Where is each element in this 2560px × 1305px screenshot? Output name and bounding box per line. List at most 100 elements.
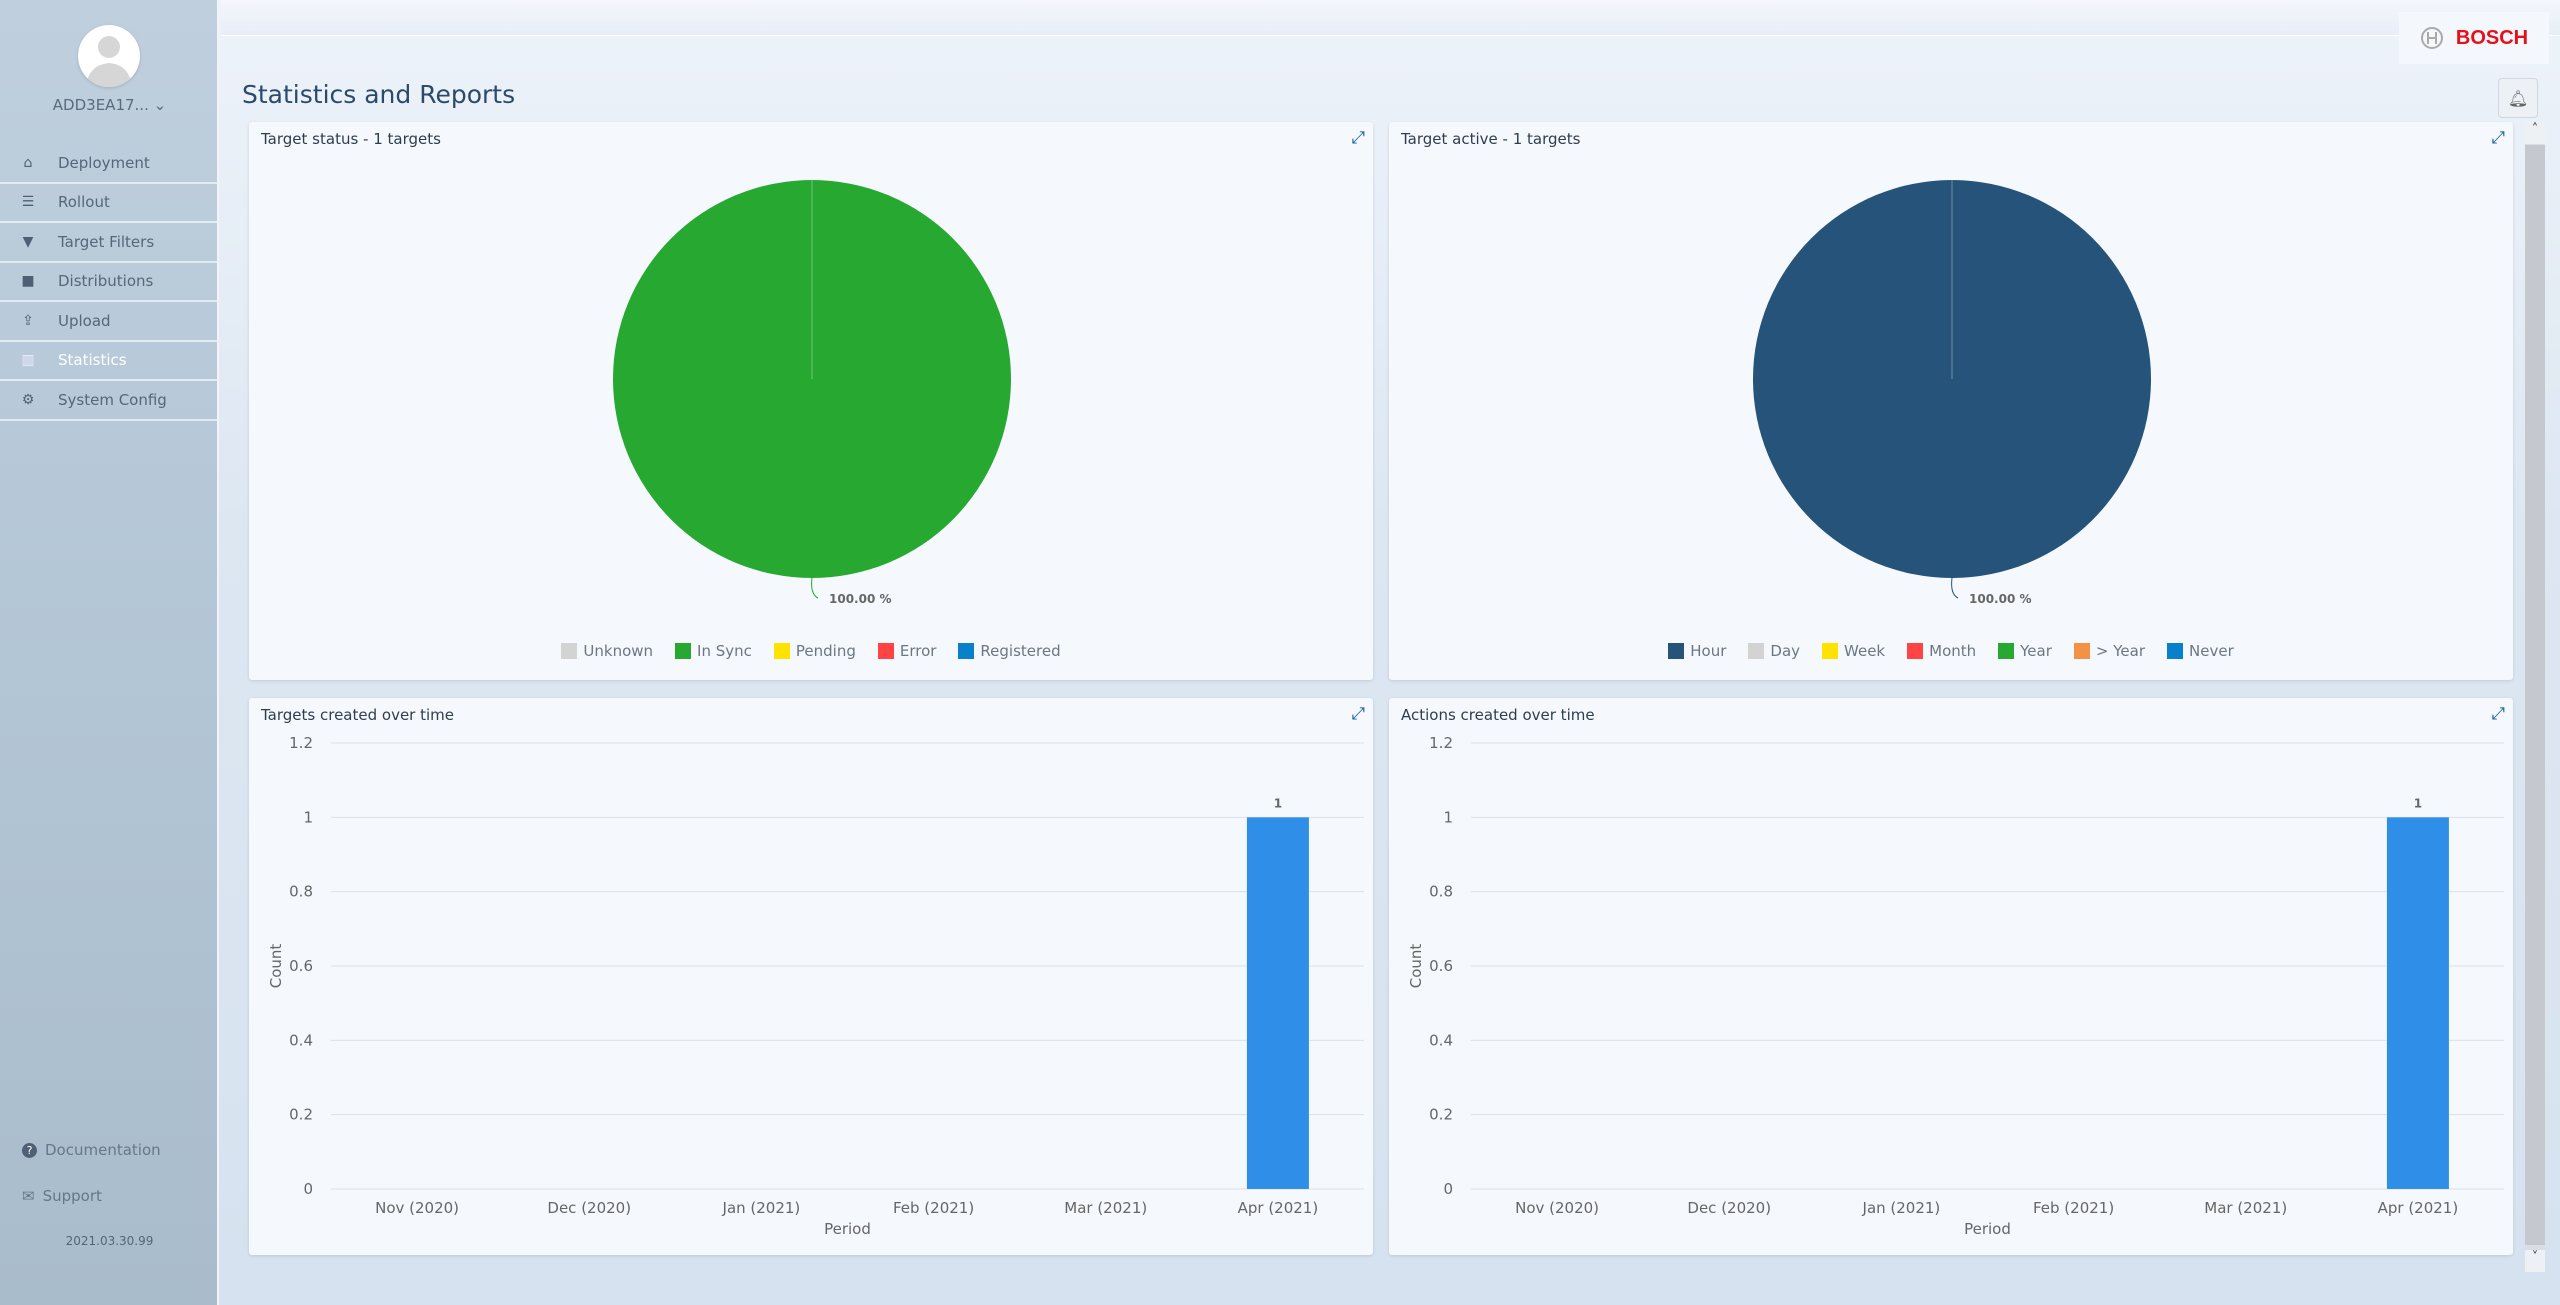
scroll-down-icon[interactable]: ˅ — [2525, 1250, 2545, 1272]
x-tick-label: Nov (2020) — [1515, 1199, 1599, 1217]
sidebar-item-distributions[interactable]: ■ Distributions — [0, 263, 219, 302]
x-tick-label: Dec (2020) — [547, 1199, 631, 1217]
chevron-down-icon: ⌄ — [153, 96, 167, 114]
legend-swatch — [773, 643, 790, 659]
legend-label: Never — [2189, 642, 2234, 660]
legend-swatch — [1907, 643, 1924, 659]
sidebar-item-system-config[interactable]: ⚙ System Config — [0, 381, 219, 421]
target-active-panel: Target active - 1 targets ⤢ 100.00 % Hour Da… — [1389, 122, 2513, 680]
legend-item[interactable]: Year — [1998, 642, 2052, 660]
support-label: Support — [42, 1187, 102, 1205]
legend: Unknown In Sync Pending Error Registered — [249, 642, 1373, 660]
legend-label: > Year — [2095, 642, 2146, 660]
bell-icon: 🔔︎ — [2507, 88, 2529, 108]
scrollbar-thumb[interactable] — [2525, 145, 2545, 1245]
sidebar-item-target-filters[interactable]: ▼ Target Filters — [0, 223, 219, 263]
legend-swatch — [561, 643, 578, 659]
x-tick-label: Dec (2020) — [1687, 1199, 1771, 1217]
bar[interactable] — [2386, 817, 2449, 1189]
legend-item[interactable]: > Year — [2073, 642, 2146, 660]
y-tick-label: 0.8 — [1429, 883, 1453, 901]
gear-icon: ⚙ — [21, 391, 35, 408]
x-tick-label: Jan (2021) — [1862, 1199, 1941, 1217]
support-link[interactable]: ✉ Support — [22, 1187, 102, 1205]
user-menu[interactable]: ADD3EA17... ⌄ — [0, 96, 219, 114]
brand-name: BOSCH — [2455, 26, 2529, 49]
upload-icon: ⇪ — [22, 312, 34, 329]
chart-svg: 0 0.2 0.4 0.6 0.8 1 1.2 Nov (2020) Dec (2020) Jan… — [267, 734, 1364, 1238]
pie-label-connector — [1951, 577, 1959, 599]
actions-created-panel: Actions created over time ⤢ 0 0.2 0.4 0.6 0.8 1… — [1389, 698, 2513, 1255]
x-axis-title: Period — [824, 1220, 871, 1238]
x-tick-label: Feb (2021) — [893, 1199, 974, 1217]
legend-item[interactable]: Never — [2167, 642, 2234, 660]
legend-item[interactable]: In Sync — [675, 642, 752, 660]
y-tick-label: 0 — [1443, 1180, 1453, 1198]
x-tick-label: Apr (2021) — [1238, 1199, 1319, 1217]
y-tick-label: 0.2 — [289, 1106, 313, 1124]
bar-data-label: 1 — [2414, 796, 2422, 810]
legend-item[interactable]: Registered — [958, 642, 1061, 660]
filter-icon: ▼ — [22, 233, 34, 250]
x-tick-label: Jan (2021) — [722, 1199, 801, 1217]
x-tick-label: Mar (2021) — [1064, 1199, 1147, 1217]
legend-label: Hour — [1690, 642, 1727, 660]
y-tick-label: 1.2 — [1429, 734, 1453, 752]
briefcase-icon: ■ — [21, 273, 35, 290]
avatar[interactable] — [78, 25, 140, 87]
legend-label: Registered — [980, 642, 1061, 660]
sidebar-item-label: Target Filters — [58, 232, 155, 251]
brand-logo: BOSCH — [2399, 12, 2549, 64]
sidebar-item-deployment[interactable]: ⌂ Deployment — [0, 144, 219, 184]
bar[interactable] — [1246, 817, 1309, 1189]
home-icon: ⌂ — [23, 154, 33, 171]
legend-swatch — [1998, 643, 2015, 659]
legend-item[interactable]: Unknown — [561, 642, 653, 660]
scroll-up-icon[interactable]: ˄ — [2525, 122, 2545, 144]
legend-item[interactable]: Hour — [1668, 642, 1726, 660]
legend-label: Error — [899, 642, 937, 660]
legend-swatch — [1668, 643, 1685, 659]
username: ADD3EA17... — [52, 96, 149, 114]
x-tick-label: Nov (2020) — [375, 1199, 459, 1217]
y-tick-label: 0.2 — [1429, 1106, 1453, 1124]
y-tick-label: 0.8 — [289, 883, 313, 901]
y-tick-label: 0.4 — [289, 1031, 313, 1049]
legend-item[interactable]: Error — [877, 642, 937, 660]
sidebar-item-label: System Config — [58, 390, 167, 409]
legend-label: Unknown — [583, 642, 654, 660]
legend-label: Year — [2020, 642, 2052, 660]
y-tick-label: 0.4 — [1429, 1031, 1453, 1049]
legend-item[interactable]: Week — [1822, 642, 1885, 660]
notifications-button[interactable]: 🔔︎ — [2498, 78, 2538, 118]
legend-swatch — [1822, 643, 1839, 659]
legend-label: Day — [1770, 642, 1801, 660]
y-axis-title: Count — [267, 944, 285, 989]
legend-swatch — [2073, 643, 2090, 659]
list-icon: ☰ — [21, 194, 35, 211]
sidebar-item-upload[interactable]: ⇪ Upload — [0, 302, 219, 342]
x-tick-label: Feb (2021) — [2033, 1199, 2114, 1217]
bar-chart-icon: ▥ — [21, 352, 35, 369]
version: 2021.03.30.99 — [65, 1234, 154, 1248]
sidebar-item-statistics[interactable]: ▥ Statistics — [0, 342, 219, 381]
documentation-link[interactable]: ? Documentation — [22, 1141, 161, 1159]
y-tick-label: 1 — [1443, 808, 1453, 826]
targets-created-panel: Targets created over time ⤢ 0 0.2 0.4 0.6 0.8 1… — [249, 698, 1373, 1255]
pie-data-label: 100.00 % — [1969, 592, 2032, 606]
question-icon: ? — [22, 1142, 37, 1158]
legend-swatch — [877, 643, 894, 659]
sidebar-item-label: Statistics — [58, 351, 127, 370]
legend: Hour Day Week Month Year > Year Never — [1389, 642, 2513, 660]
legend-item[interactable]: Day — [1748, 642, 1800, 660]
sidebar-item-rollout[interactable]: ☰ Rollout — [0, 184, 219, 223]
sidebar-item-label: Rollout — [58, 193, 110, 212]
y-tick-label: 1.2 — [289, 734, 313, 752]
top-bar — [221, 0, 2560, 36]
sidebar-item-label: Upload — [58, 311, 111, 330]
y-tick-label: 0.6 — [1429, 957, 1453, 975]
legend-item[interactable]: Pending — [773, 642, 856, 660]
documentation-label: Documentation — [45, 1141, 161, 1159]
nav-menu: ⌂ Deployment ☰ Rollout ▼ Target Filters ■ Distr… — [0, 144, 219, 421]
legend-item[interactable]: Month — [1907, 642, 1976, 660]
